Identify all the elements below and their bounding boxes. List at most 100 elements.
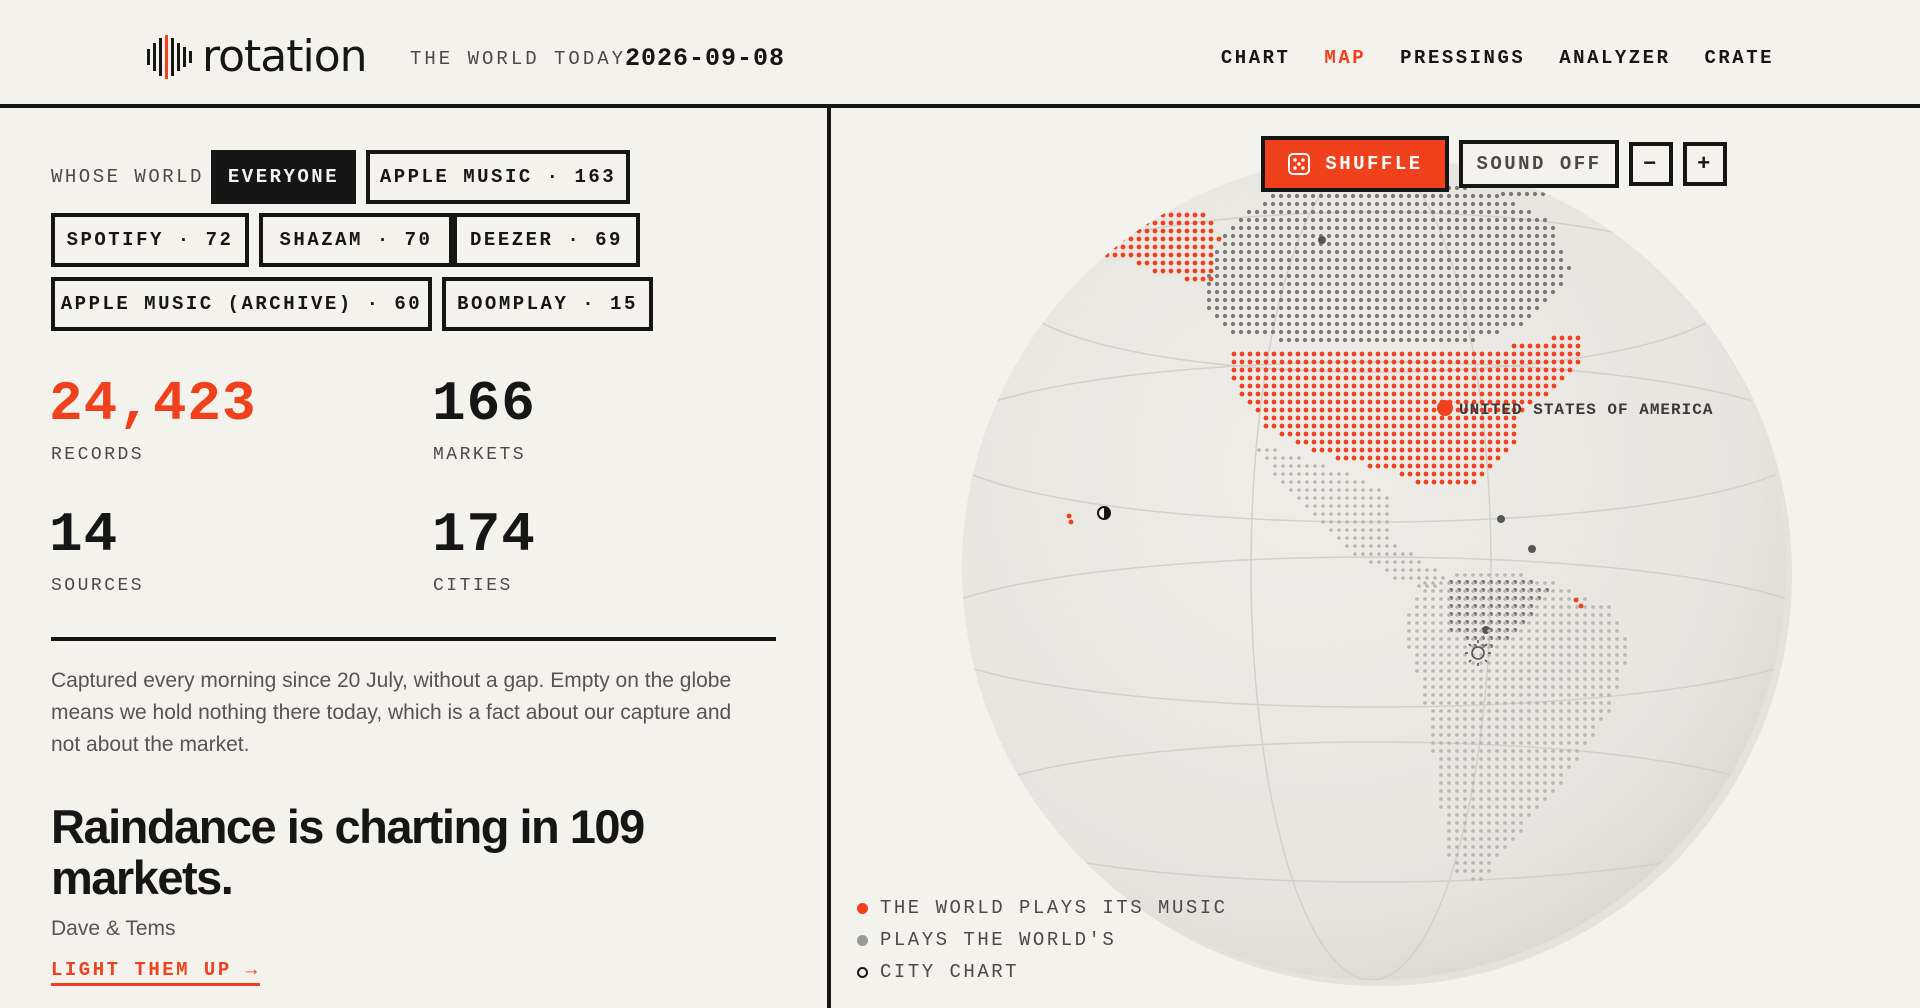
nav-map[interactable]: MAP: [1324, 47, 1366, 69]
land-dot: [1359, 407, 1365, 413]
land-dot: [1454, 273, 1460, 279]
land-dot: [1382, 273, 1388, 279]
land-dot: [1238, 225, 1244, 231]
land-dot: [1503, 621, 1507, 625]
land-dot: [1351, 423, 1357, 429]
filter-shazam[interactable]: SHAZAM · 70: [259, 213, 453, 267]
land-dot: [1551, 789, 1555, 793]
land-dot: [1478, 329, 1484, 335]
land-dot: [1495, 837, 1499, 841]
land-dot: [1502, 241, 1508, 247]
land-dot: [1208, 236, 1214, 242]
land-dot: [1511, 701, 1515, 705]
land-dot: [1495, 797, 1499, 801]
land-dot: [1377, 552, 1381, 556]
filter-apple-music-archive[interactable]: APPLE MUSIC (ARCHIVE) · 60: [51, 277, 432, 331]
land-dot: [1551, 757, 1555, 761]
land-dot: [1527, 733, 1531, 737]
land-dot: [1318, 201, 1324, 207]
land-dot: [1487, 359, 1493, 365]
world-globe[interactable]: UNITED STATES OF AMERICA: [831, 112, 1920, 1008]
land-dot: [1583, 677, 1587, 681]
zoom-in-button[interactable]: +: [1683, 142, 1727, 186]
land-dot: [1558, 249, 1564, 255]
focus-marker[interactable]: [1437, 400, 1453, 416]
land-dot: [1447, 581, 1451, 585]
nav-pressings[interactable]: PRESSINGS: [1400, 47, 1525, 69]
land-dot: [1359, 439, 1365, 445]
land-dot: [1423, 351, 1429, 357]
brand-logo[interactable]: rotation: [146, 34, 368, 80]
land-dot: [1575, 685, 1579, 689]
land-dot: [1303, 359, 1309, 365]
land-dot: [1144, 220, 1150, 226]
land-dot: [1334, 265, 1340, 271]
land-dot: [1422, 225, 1428, 231]
land-dot: [1247, 383, 1253, 389]
nav-chart[interactable]: CHART: [1221, 47, 1291, 69]
land-dot: [1415, 629, 1419, 633]
filter-apple-music[interactable]: APPLE MUSIC · 163: [366, 150, 630, 204]
land-dot: [1281, 456, 1285, 460]
land-dot: [1551, 661, 1555, 665]
land-dot: [1511, 637, 1515, 641]
land-dot: [1239, 391, 1245, 397]
top-header: rotation THE WORLD TODAY 2026-09-08 CHAR…: [0, 0, 1920, 108]
land-dot: [1350, 297, 1356, 303]
filter-boomplay[interactable]: BOOMPLAY · 15: [442, 277, 653, 331]
shuffle-button[interactable]: SHUFFLE: [1261, 136, 1449, 192]
land-dot: [1470, 249, 1476, 255]
land-dot: [1463, 781, 1467, 785]
land-dot: [1455, 677, 1459, 681]
land-dot: [1311, 423, 1317, 429]
nav-analyzer[interactable]: ANALYZER: [1559, 47, 1670, 69]
land-dot: [1479, 685, 1483, 689]
land-dot: [1510, 321, 1516, 327]
land-dot: [1503, 637, 1507, 641]
land-dot: [1270, 217, 1276, 223]
land-dot: [1263, 383, 1269, 389]
land-dot: [1406, 209, 1412, 215]
land-dot: [1551, 693, 1555, 697]
land-dot: [1334, 225, 1340, 231]
filter-spotify[interactable]: SPOTIFY · 72: [51, 213, 249, 267]
land-dot: [1463, 573, 1467, 577]
land-dot: [1455, 573, 1459, 577]
land-dot: [1430, 329, 1436, 335]
land-dot: [1551, 375, 1557, 381]
land-dot: [1487, 431, 1493, 437]
land-dot: [1503, 821, 1507, 825]
land-dot: [1335, 375, 1341, 381]
sound-toggle-button[interactable]: SOUND OFF: [1459, 140, 1619, 188]
land-dot: [1398, 249, 1404, 255]
land-dot: [1431, 479, 1437, 485]
land-dot: [1289, 456, 1293, 460]
land-dot: [1318, 289, 1324, 295]
filter-everyone[interactable]: EVERYONE: [211, 150, 356, 204]
land-dot: [1399, 463, 1405, 469]
nav-crate[interactable]: CRATE: [1704, 47, 1774, 69]
land-dot: [1559, 375, 1565, 381]
land-dot: [1409, 568, 1413, 572]
land-dot: [1511, 765, 1515, 769]
land-dot: [1351, 351, 1357, 357]
land-dot: [1454, 257, 1460, 263]
land-dot: [1495, 383, 1501, 389]
light-them-up-link[interactable]: LIGHT THEM UP →: [51, 959, 260, 986]
land-dot: [1390, 225, 1396, 231]
zoom-out-button[interactable]: −: [1629, 142, 1673, 186]
land-dot: [1433, 568, 1437, 572]
land-dot: [1454, 225, 1460, 231]
land-dot: [1527, 701, 1531, 705]
land-dot: [1431, 725, 1435, 729]
land-dot: [1463, 637, 1467, 641]
land-dot: [1192, 220, 1198, 226]
land-dot: [1374, 329, 1380, 335]
land-dot: [1471, 621, 1475, 625]
filter-deezer[interactable]: DEEZER · 69: [453, 213, 640, 267]
land-dot: [1160, 220, 1166, 226]
land-dot: [1184, 276, 1190, 282]
land-dot: [1278, 233, 1284, 239]
land-dot: [1310, 233, 1316, 239]
land-dot: [1112, 236, 1118, 242]
